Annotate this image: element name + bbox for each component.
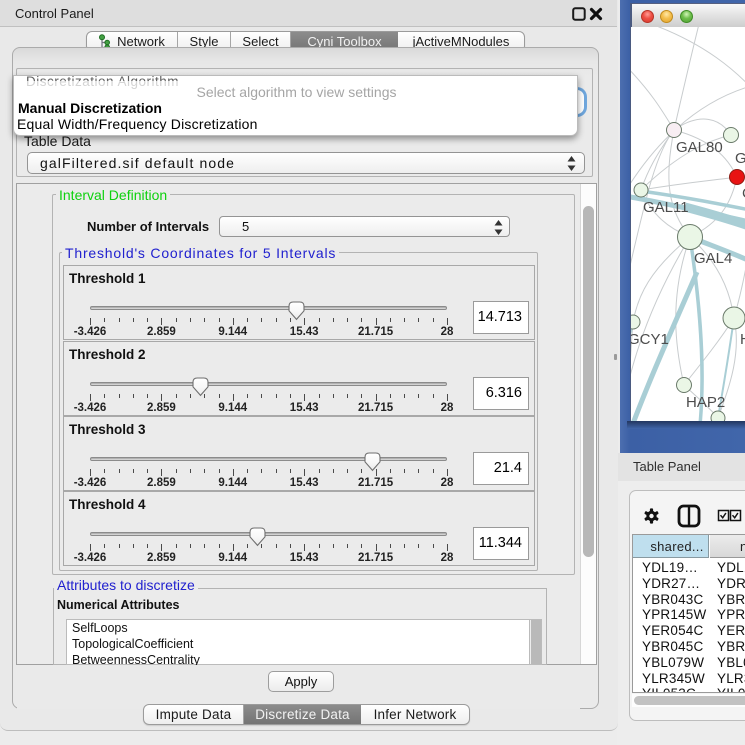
svg-text:GAL11: GAL11 bbox=[643, 199, 689, 216]
svg-text:GCY1: GCY1 bbox=[631, 331, 669, 348]
svg-text:H: H bbox=[740, 331, 745, 348]
svg-text:GAL80: GAL80 bbox=[676, 139, 723, 156]
svg-text:G: G bbox=[735, 150, 745, 167]
svg-text:HAP2: HAP2 bbox=[686, 394, 725, 411]
svg-text:GAL4: GAL4 bbox=[694, 250, 732, 267]
